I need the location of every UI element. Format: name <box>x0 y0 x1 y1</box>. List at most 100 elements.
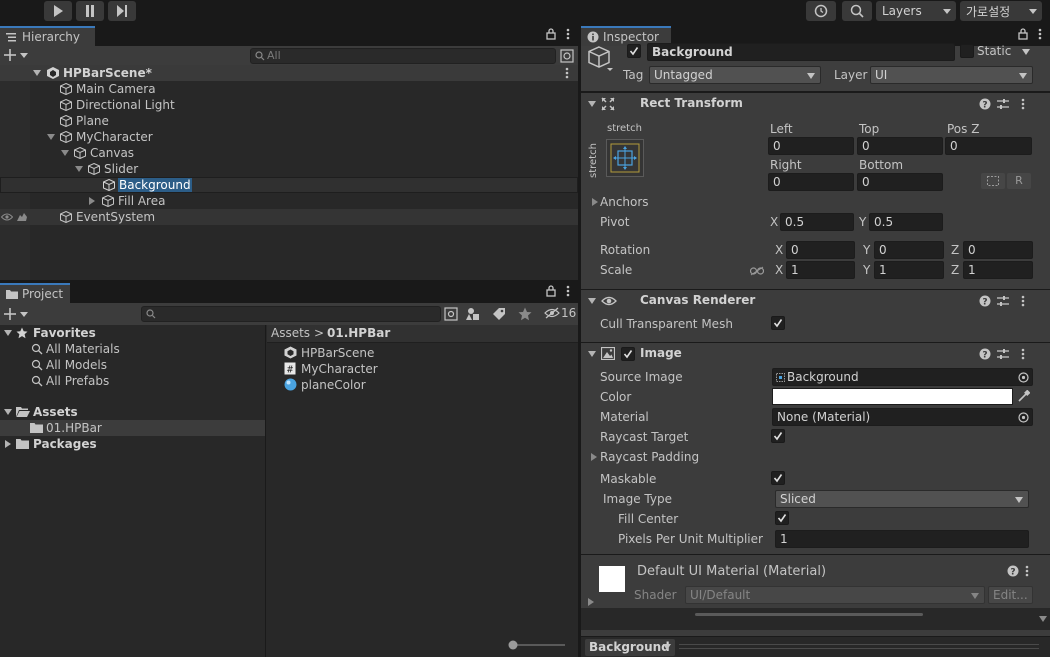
presets-icon[interactable] <box>997 98 1009 110</box>
unlink-icon[interactable] <box>750 266 764 276</box>
pickable-hand-icon[interactable] <box>16 212 28 222</box>
tree-fav-all-prefabs[interactable]: All Prefabs <box>0 373 265 389</box>
lock-icon[interactable] <box>546 285 556 297</box>
right-field[interactable]: 0 <box>768 173 854 191</box>
kebab-menu-icon[interactable] <box>1021 295 1025 307</box>
help-icon[interactable]: ? <box>979 348 991 360</box>
rot-y-field[interactable]: 0 <box>874 241 944 259</box>
ppu-field[interactable]: 1 <box>775 530 1029 548</box>
canvas-renderer-header[interactable]: Canvas Renderer ? <box>581 289 1050 311</box>
tree-folder-01-hpbar[interactable]: 01.HPBar <box>0 420 265 436</box>
source-image-field[interactable]: Background <box>772 368 1033 386</box>
file-item-planecolor[interactable]: planeColor <box>267 377 578 393</box>
play-button[interactable] <box>44 1 72 21</box>
presets-icon[interactable] <box>997 348 1009 360</box>
object-picker-icon[interactable] <box>1018 412 1029 423</box>
scale-y-field[interactable]: 1 <box>874 261 944 279</box>
tree-favorites[interactable]: Favorites <box>0 325 265 341</box>
create-asset-button[interactable] <box>4 307 30 321</box>
hidden-packages-toggle[interactable]: 16 <box>544 306 576 320</box>
kebab-menu-icon[interactable] <box>1021 348 1025 360</box>
step-button[interactable] <box>108 1 136 21</box>
filter-by-label-button[interactable] <box>492 307 506 321</box>
bottom-field[interactable]: 0 <box>857 173 943 191</box>
kebab-menu-icon[interactable] <box>566 285 570 297</box>
visibility-eye-icon[interactable] <box>1 212 13 222</box>
fill-center-checkbox[interactable] <box>775 511 789 525</box>
preview-object-dropdown[interactable]: Background <box>585 639 675 656</box>
caret-down-icon[interactable] <box>74 165 84 173</box>
scene-visibility-button[interactable] <box>560 49 574 63</box>
hierarchy-item-fill-area[interactable]: Fill Area <box>0 193 578 209</box>
kebab-menu-icon[interactable] <box>1025 565 1029 577</box>
static-checkbox[interactable] <box>960 44 974 58</box>
caret-down-icon[interactable] <box>60 149 70 157</box>
kebab-menu-icon[interactable] <box>566 28 570 40</box>
hierarchy-item-main-camera[interactable]: Main Camera <box>0 81 578 97</box>
shader-dropdown[interactable]: UI/Default <box>685 586 985 604</box>
hierarchy-item-slider[interactable]: Slider <box>0 161 578 177</box>
top-field[interactable]: 0 <box>857 137 943 155</box>
hierarchy-item-plane[interactable]: Plane <box>0 113 578 129</box>
pivot-x-field[interactable]: 0.5 <box>780 213 854 231</box>
help-icon[interactable]: ? <box>1007 565 1019 577</box>
object-picker-icon[interactable] <box>1018 372 1029 383</box>
create-button[interactable] <box>4 48 30 62</box>
history-button[interactable] <box>806 1 836 21</box>
breadcrumb-current[interactable]: 01.HPBar <box>327 326 390 340</box>
kebab-menu-icon[interactable] <box>1021 98 1025 110</box>
scale-z-field[interactable]: 1 <box>963 261 1033 279</box>
hierarchy-item-directional-light[interactable]: Directional Light <box>0 97 578 113</box>
tree-packages[interactable]: Packages <box>0 436 265 452</box>
layers-dropdown[interactable]: Layers <box>876 1 956 21</box>
breadcrumb-root[interactable]: Assets <box>271 326 310 340</box>
caret-down-icon[interactable] <box>1039 616 1047 622</box>
tree-fav-all-models[interactable]: All Models <box>0 357 265 373</box>
search-by-type-button[interactable] <box>444 307 458 321</box>
hierarchy-search-input[interactable]: All <box>250 48 556 64</box>
cull-checkbox[interactable] <box>771 316 785 330</box>
tab-hierarchy[interactable]: Hierarchy <box>0 26 95 46</box>
kebab-menu-icon[interactable] <box>1038 28 1042 40</box>
caret-right-icon[interactable] <box>88 196 96 206</box>
caret-right-icon[interactable] <box>591 197 599 207</box>
caret-down-icon[interactable] <box>587 100 597 108</box>
kebab-menu-icon[interactable] <box>565 67 569 79</box>
rect-transform-header[interactable]: Rect Transform ? <box>581 92 1050 114</box>
caret-right-icon[interactable] <box>587 597 595 607</box>
tree-assets[interactable]: Assets <box>0 404 265 420</box>
rot-x-field[interactable]: 0 <box>786 241 855 259</box>
help-icon[interactable]: ? <box>979 295 991 307</box>
rot-z-field[interactable]: 0 <box>963 241 1033 259</box>
caret-down-icon[interactable] <box>46 133 56 141</box>
splitter-handle[interactable] <box>695 613 923 616</box>
image-type-dropdown[interactable]: Sliced <box>775 490 1029 508</box>
chevron-down-icon[interactable] <box>1021 48 1031 56</box>
caret-right-icon[interactable] <box>590 452 598 462</box>
caret-down-icon[interactable] <box>587 297 597 305</box>
tab-project[interactable]: Project <box>0 283 70 303</box>
posz-field[interactable]: 0 <box>945 137 1032 155</box>
raw-edit-button[interactable]: R <box>1007 173 1031 189</box>
caret-down-icon[interactable] <box>587 350 597 358</box>
active-checkbox[interactable] <box>627 44 641 58</box>
scale-x-field[interactable]: 1 <box>786 261 855 279</box>
layer-dropdown[interactable]: UI <box>870 66 1033 84</box>
favorite-button[interactable] <box>518 307 532 321</box>
color-swatch[interactable] <box>772 388 1013 405</box>
preview-splitter[interactable] <box>581 608 1050 630</box>
hierarchy-item-eventsystem[interactable]: EventSystem <box>0 209 578 225</box>
caret-down-icon[interactable] <box>32 69 42 77</box>
hierarchy-item-background[interactable]: Background <box>0 177 578 193</box>
image-header[interactable]: Image ? <box>581 342 1050 364</box>
object-name-field[interactable]: Background <box>647 43 955 61</box>
help-icon[interactable]: ? <box>979 98 991 110</box>
raycast-target-checkbox[interactable] <box>771 429 785 443</box>
scene-row[interactable]: HPBarScene* <box>0 65 578 81</box>
presets-icon[interactable] <box>997 295 1009 307</box>
pivot-y-field[interactable]: 0.5 <box>869 213 943 231</box>
layout-dropdown[interactable]: 가로설정 <box>960 1 1042 21</box>
hierarchy-item-mycharacter[interactable]: MyCharacter <box>0 129 578 145</box>
tag-dropdown[interactable]: Untagged <box>649 66 821 84</box>
caret-down-icon[interactable] <box>3 329 13 337</box>
